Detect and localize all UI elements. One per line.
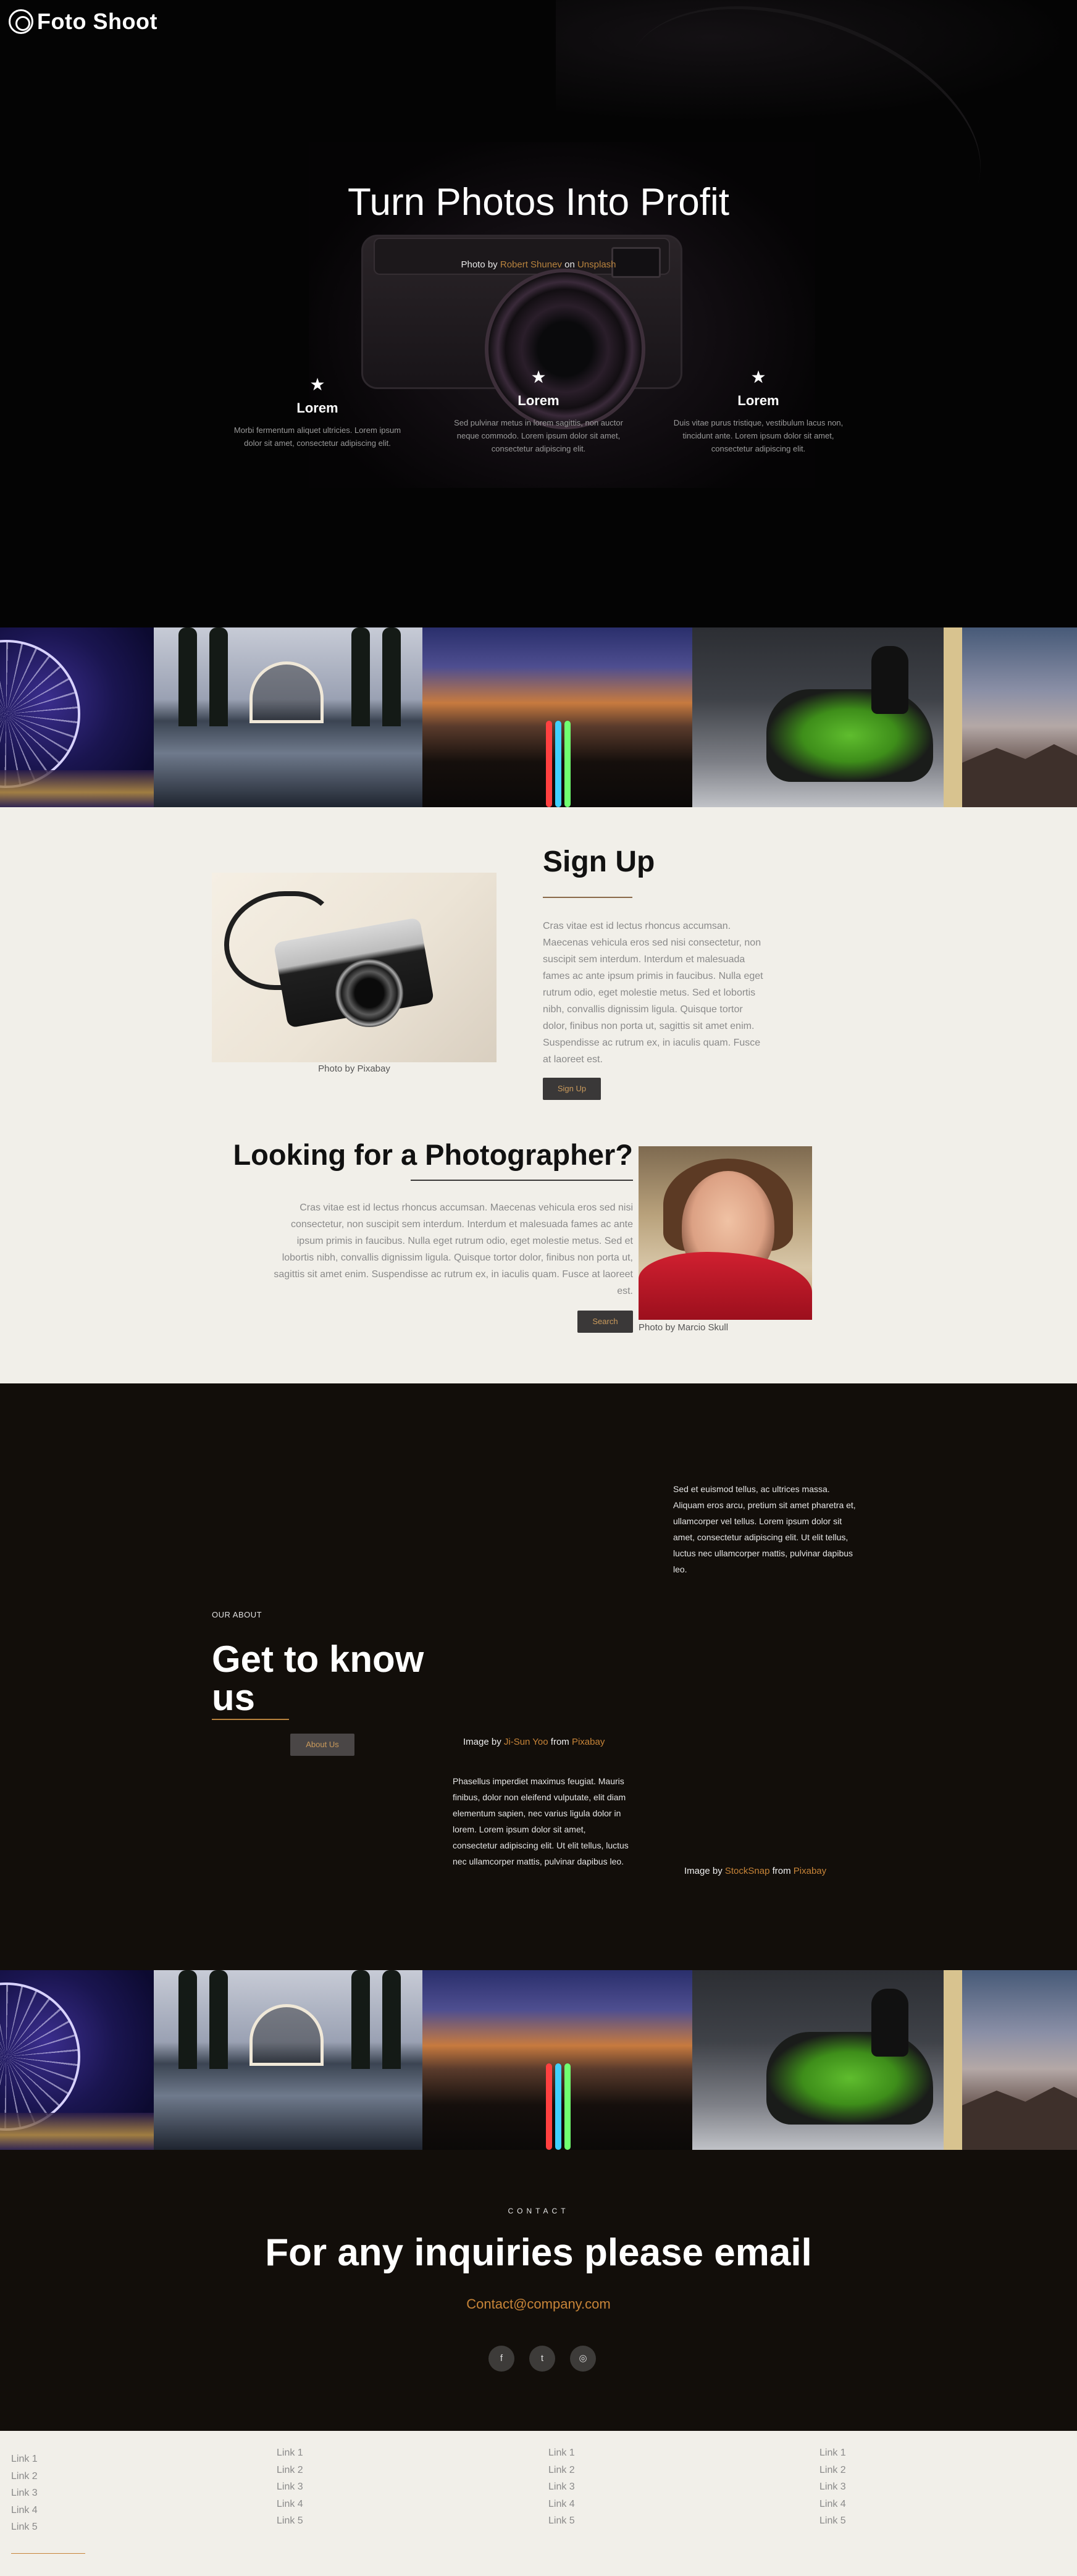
footer-link[interactable]: Link 5	[11, 2519, 38, 2536]
photo-gallery-2	[0, 1970, 1077, 2150]
footer-link[interactable]: Link 4	[11, 2502, 38, 2519]
footer-column-4: Link 1 Link 2 Link 3 Link 4 Link 5	[819, 2444, 846, 2530]
footer-link[interactable]: Link 5	[819, 2512, 846, 2530]
brand-name: Foto Shoot	[37, 9, 157, 34]
gallery-image-motorcycle	[692, 627, 962, 807]
contact-section	[0, 2150, 1077, 2431]
gallery-image-gazebo	[154, 1970, 422, 2150]
feature-title: Lorem	[737, 393, 779, 408]
about-paragraph-1: Sed et euismod tellus, ac ultrices massa…	[673, 1484, 856, 1574]
about-label: OUR ABOUT	[212, 1610, 262, 1619]
signup-body: Cras vitae est id lectus rhoncus accumsa…	[543, 921, 763, 1065]
contact-label: CONTACT	[508, 2207, 569, 2215]
footer-link[interactable]: Link 2	[548, 2462, 575, 2479]
footer-link[interactable]: Link 3	[277, 2478, 303, 2496]
footer-link[interactable]: Link 1	[819, 2444, 846, 2462]
gallery-image-ferris-wheel	[0, 1970, 154, 2150]
footer-link[interactable]: Link 4	[548, 2496, 575, 2513]
about-us-button[interactable]: About Us	[290, 1734, 354, 1756]
about-paragraph-2: Phasellus imperdiet maximus feugiat. Mau…	[453, 1776, 629, 1866]
photographer-portrait-image	[639, 1146, 812, 1320]
gallery-image-mountain	[962, 627, 1077, 807]
gallery-image-city-canal	[422, 627, 692, 807]
footer-divider	[11, 2553, 85, 2554]
about-divider	[212, 1719, 289, 1720]
gallery-image-gazebo	[154, 627, 422, 807]
credit-author-link[interactable]: Robert Shunev	[500, 259, 562, 270]
footer-link[interactable]: Link 5	[548, 2512, 575, 2530]
facebook-icon[interactable]: f	[488, 2346, 514, 2372]
footer-link[interactable]: Link 3	[11, 2485, 38, 2502]
feature-3: ★ Lorem Duis vitae purus tristique, vest…	[666, 367, 851, 455]
photographer-divider	[411, 1180, 633, 1181]
hero-title: Turn Photos Into Profit	[347, 181, 729, 224]
footer-link[interactable]: Link 1	[277, 2444, 303, 2462]
footer-link[interactable]: Link 1	[11, 2451, 38, 2468]
hero-photo-credit: Photo by Robert Shunev on Unsplash	[0, 259, 1077, 270]
about-section	[0, 1383, 1077, 1970]
photographer-body: Cras vitae est id lectus rhoncus accumsa…	[274, 1202, 633, 1296]
feature-2: ★ Lorem Sed pulvinar metus in lorem sagi…	[446, 367, 631, 455]
gallery-image-city-canal	[422, 1970, 692, 2150]
credit-prefix: Photo by	[461, 259, 498, 270]
footer-link[interactable]: Link 4	[819, 2496, 846, 2513]
contact-title: For any inquiries please email	[265, 2231, 812, 2274]
footer-link[interactable]: Link 2	[277, 2462, 303, 2479]
signup-title: Sign Up	[543, 845, 655, 878]
signup-image-credit: Photo by Pixabay	[318, 1064, 390, 1074]
credit-mid: on	[564, 259, 575, 270]
star-icon: ★	[750, 367, 766, 387]
hero-section: Foto Shoot Turn Photos Into Profit Photo…	[0, 0, 1077, 627]
feature-title: Lorem	[296, 400, 338, 416]
credit-prefix: Image by	[684, 1866, 723, 1876]
credit-author-link[interactable]: StockSnap	[725, 1866, 770, 1876]
about-image-credit-1: Image by Ji-Sun Yoo from Pixabay	[463, 1737, 605, 1747]
footer-link[interactable]: Link 3	[819, 2478, 846, 2496]
feature-text: Duis vitae purus tristique, vestibulum l…	[673, 418, 844, 453]
feature-title: Lorem	[518, 393, 559, 408]
feature-1: ★ Lorem Morbi fermentum aliquet ultricie…	[225, 374, 410, 450]
sign-up-button[interactable]: Sign Up	[543, 1078, 601, 1100]
search-button[interactable]: Search	[577, 1311, 633, 1333]
credit-source-link[interactable]: Pixabay	[794, 1866, 826, 1876]
contact-email-link[interactable]: Contact@company.com	[0, 2296, 1077, 2312]
twitter-icon[interactable]: t	[529, 2346, 555, 2372]
credit-source-link[interactable]: Unsplash	[577, 259, 616, 270]
footer-column-1: Link 1 Link 2 Link 3 Link 4 Link 5	[11, 2451, 38, 2536]
footer-link[interactable]: Link 3	[548, 2478, 575, 2496]
logo-link[interactable]: Foto Shoot	[9, 9, 157, 35]
footer-column-3: Link 1 Link 2 Link 3 Link 4 Link 5	[548, 2444, 575, 2530]
footer-link[interactable]: Link 2	[819, 2462, 846, 2479]
credit-author-link[interactable]: Ji-Sun Yoo	[504, 1737, 548, 1747]
photographer-title: Looking for a Photographer?	[233, 1138, 633, 1171]
footer-link[interactable]: Link 2	[11, 2468, 38, 2485]
footer-link[interactable]: Link 4	[277, 2496, 303, 2513]
instagram-icon[interactable]: ◎	[570, 2346, 596, 2372]
about-title: Get to know us	[212, 1638, 424, 1718]
feature-text: Morbi fermentum aliquet ultricies. Lorem…	[233, 426, 401, 448]
gallery-image-mountain	[962, 1970, 1077, 2150]
credit-prefix: Image by	[463, 1737, 501, 1747]
footer-link[interactable]: Link 1	[548, 2444, 575, 2462]
aperture-icon	[9, 9, 33, 34]
signup-camera-image	[212, 873, 497, 1062]
signup-divider	[543, 897, 632, 898]
gallery-image-motorcycle	[692, 1970, 962, 2150]
photographer-image-credit: Photo by Marcio Skull	[639, 1322, 729, 1333]
credit-mid: from	[550, 1737, 569, 1747]
feature-text: Sed pulvinar metus in lorem sagittis, no…	[454, 418, 623, 453]
star-icon: ★	[530, 367, 547, 387]
footer	[0, 2431, 1077, 2576]
gallery-image-ferris-wheel	[0, 627, 154, 807]
credit-source-link[interactable]: Pixabay	[572, 1737, 605, 1747]
star-icon: ★	[309, 375, 325, 394]
credit-mid: from	[772, 1866, 791, 1876]
footer-link[interactable]: Link 5	[277, 2512, 303, 2530]
about-image-credit-2: Image by StockSnap from Pixabay	[684, 1866, 826, 1876]
photo-gallery	[0, 627, 1077, 807]
footer-column-2: Link 1 Link 2 Link 3 Link 4 Link 5	[277, 2444, 303, 2530]
